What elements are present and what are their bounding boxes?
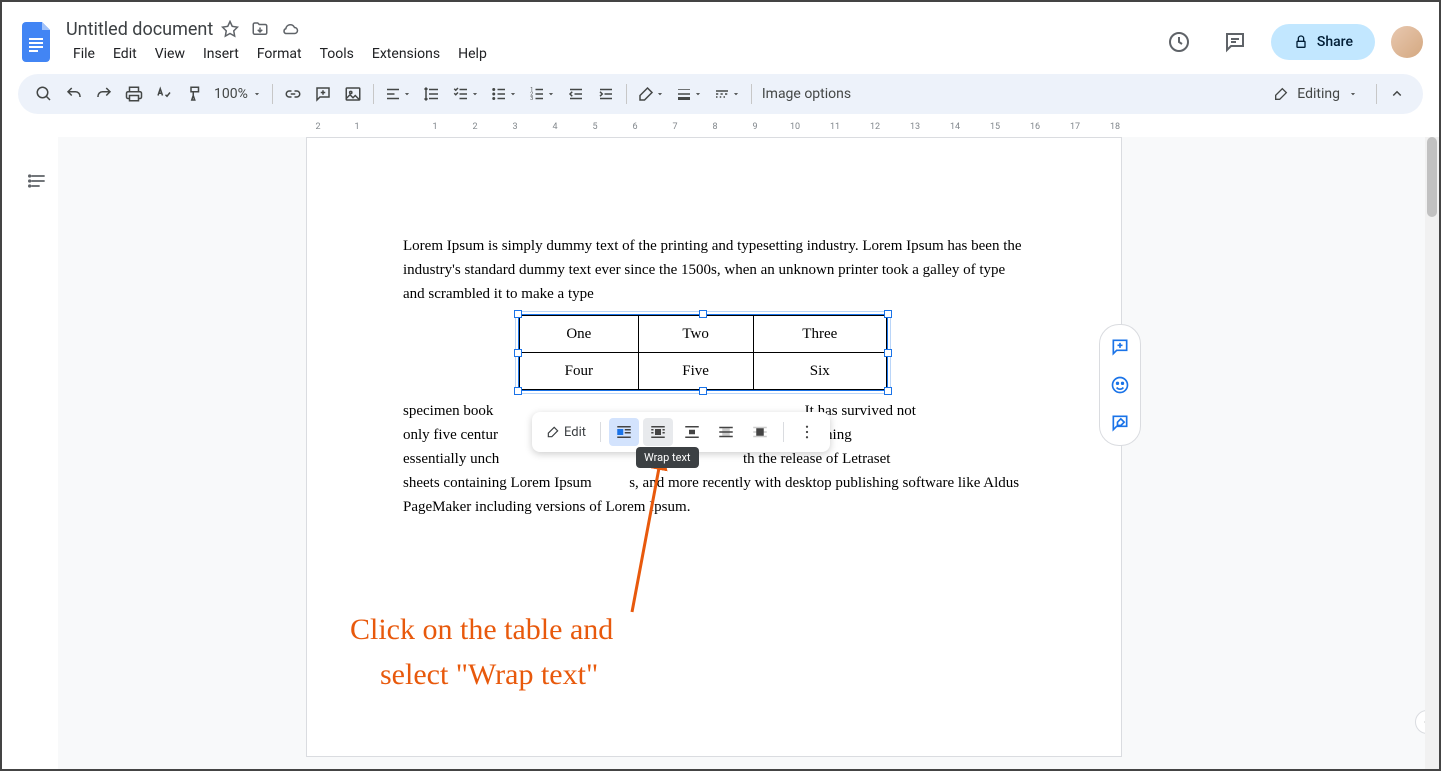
pencil-icon bbox=[1273, 86, 1289, 102]
selection-handle[interactable] bbox=[884, 310, 892, 318]
line-spacing-icon[interactable] bbox=[418, 80, 446, 108]
image-floating-toolbar: Edit bbox=[532, 412, 830, 452]
table-cell[interactable]: Five bbox=[638, 353, 753, 390]
menu-format[interactable]: Format bbox=[250, 42, 309, 66]
share-button[interactable]: Share bbox=[1271, 24, 1375, 60]
insert-image-icon[interactable] bbox=[339, 80, 367, 108]
behind-text-button[interactable] bbox=[711, 418, 741, 446]
docs-logo[interactable] bbox=[18, 22, 58, 62]
menu-help[interactable]: Help bbox=[451, 42, 494, 66]
document-title[interactable]: Untitled document bbox=[66, 19, 213, 40]
menu-file[interactable]: File bbox=[66, 42, 102, 66]
selection-handle[interactable] bbox=[514, 349, 522, 357]
selection-handle[interactable] bbox=[514, 387, 522, 395]
align-icon[interactable] bbox=[380, 80, 416, 108]
ruler-vertical[interactable] bbox=[2, 137, 18, 769]
pencil-icon bbox=[546, 425, 560, 439]
bullet-list-icon[interactable] bbox=[486, 80, 522, 108]
avatar[interactable] bbox=[1391, 26, 1423, 58]
border-weight-icon[interactable] bbox=[671, 80, 707, 108]
menu-extensions[interactable]: Extensions bbox=[365, 42, 447, 66]
collapse-icon[interactable] bbox=[1383, 80, 1411, 108]
menu-view[interactable]: View bbox=[148, 42, 192, 66]
more-options-icon[interactable] bbox=[792, 418, 822, 446]
comments-icon[interactable] bbox=[1215, 22, 1255, 62]
selection-handle[interactable] bbox=[699, 387, 707, 395]
increase-indent-icon[interactable] bbox=[592, 80, 620, 108]
spellcheck-icon[interactable] bbox=[150, 80, 178, 108]
paint-format-icon[interactable] bbox=[180, 80, 208, 108]
share-label: Share bbox=[1317, 34, 1353, 50]
table-row[interactable]: One Two Three bbox=[520, 316, 887, 353]
lock-icon bbox=[1293, 34, 1309, 50]
history-icon[interactable] bbox=[1159, 22, 1199, 62]
document-area[interactable]: Lorem Ipsum is simply dummy text of the … bbox=[58, 137, 1439, 769]
decrease-indent-icon[interactable] bbox=[562, 80, 590, 108]
editing-mode-button[interactable]: Editing bbox=[1261, 80, 1370, 108]
search-icon[interactable] bbox=[30, 80, 58, 108]
edit-button[interactable]: Edit bbox=[540, 418, 592, 446]
annotation-text: Click on the table and select "Wrap text… bbox=[350, 607, 613, 697]
insert-link-icon[interactable] bbox=[279, 80, 307, 108]
border-dash-icon[interactable] bbox=[709, 80, 745, 108]
svg-text:3: 3 bbox=[530, 96, 533, 102]
table-cell[interactable]: Three bbox=[753, 316, 886, 353]
add-comment-icon[interactable] bbox=[309, 80, 337, 108]
cloud-status-icon[interactable] bbox=[281, 20, 299, 38]
break-text-button[interactable] bbox=[677, 418, 707, 446]
header: Untitled document File Edit View Insert … bbox=[2, 2, 1439, 74]
move-icon[interactable] bbox=[251, 20, 269, 38]
table-cell[interactable]: One bbox=[520, 316, 639, 353]
selection-handle[interactable] bbox=[514, 310, 522, 318]
table-cell[interactable]: Four bbox=[520, 353, 639, 390]
infront-text-button[interactable] bbox=[745, 418, 775, 446]
suggest-edits-icon[interactable] bbox=[1108, 411, 1132, 435]
menu-tools[interactable]: Tools bbox=[313, 42, 361, 66]
edit-label: Edit bbox=[564, 425, 586, 440]
inline-button[interactable] bbox=[609, 418, 639, 446]
checklist-icon[interactable] bbox=[448, 80, 484, 108]
menu-edit[interactable]: Edit bbox=[106, 42, 144, 66]
undo-icon[interactable] bbox=[60, 80, 88, 108]
add-comment-icon[interactable] bbox=[1108, 335, 1132, 359]
scrollbar-thumb[interactable] bbox=[1427, 137, 1437, 217]
docs-logo-icon bbox=[22, 22, 54, 62]
star-icon[interactable] bbox=[221, 20, 239, 38]
print-icon[interactable] bbox=[120, 80, 148, 108]
comment-rail bbox=[1099, 324, 1141, 446]
emoji-reaction-icon[interactable] bbox=[1108, 373, 1132, 397]
table-cell[interactable]: Two bbox=[638, 316, 753, 353]
content-table[interactable]: One Two Three Four Five Six bbox=[519, 315, 887, 390]
selected-table[interactable]: One Two Three Four Five Six bbox=[518, 314, 888, 391]
border-color-icon[interactable] bbox=[633, 80, 669, 108]
menu-insert[interactable]: Insert bbox=[196, 42, 246, 66]
scrollbar-vertical[interactable] bbox=[1425, 137, 1439, 769]
toolbar: 100% 123 Image options Editing bbox=[18, 74, 1423, 114]
outline-icon[interactable] bbox=[24, 167, 52, 195]
menu-bar: File Edit View Insert Format Tools Exten… bbox=[66, 42, 1159, 66]
selection-handle[interactable] bbox=[884, 387, 892, 395]
selection-handle[interactable] bbox=[884, 349, 892, 357]
wrap-text-button[interactable] bbox=[643, 418, 673, 446]
redo-icon[interactable] bbox=[90, 80, 118, 108]
table-cell[interactable]: Six bbox=[753, 353, 886, 390]
image-options-button[interactable]: Image options bbox=[758, 80, 855, 108]
table-row[interactable]: Four Five Six bbox=[520, 353, 887, 390]
numbered-list-icon[interactable]: 123 bbox=[524, 80, 560, 108]
paragraph-1[interactable]: Lorem Ipsum is simply dummy text of the … bbox=[403, 234, 1025, 306]
zoom-select[interactable]: 100% bbox=[210, 80, 266, 108]
ruler-horizontal[interactable]: 2 1 1 2 3 4 5 6 7 8 9 10 11 12 13 14 15 … bbox=[2, 122, 1439, 138]
tooltip-wrap-text: Wrap text bbox=[636, 447, 699, 468]
selection-handle[interactable] bbox=[699, 310, 707, 318]
